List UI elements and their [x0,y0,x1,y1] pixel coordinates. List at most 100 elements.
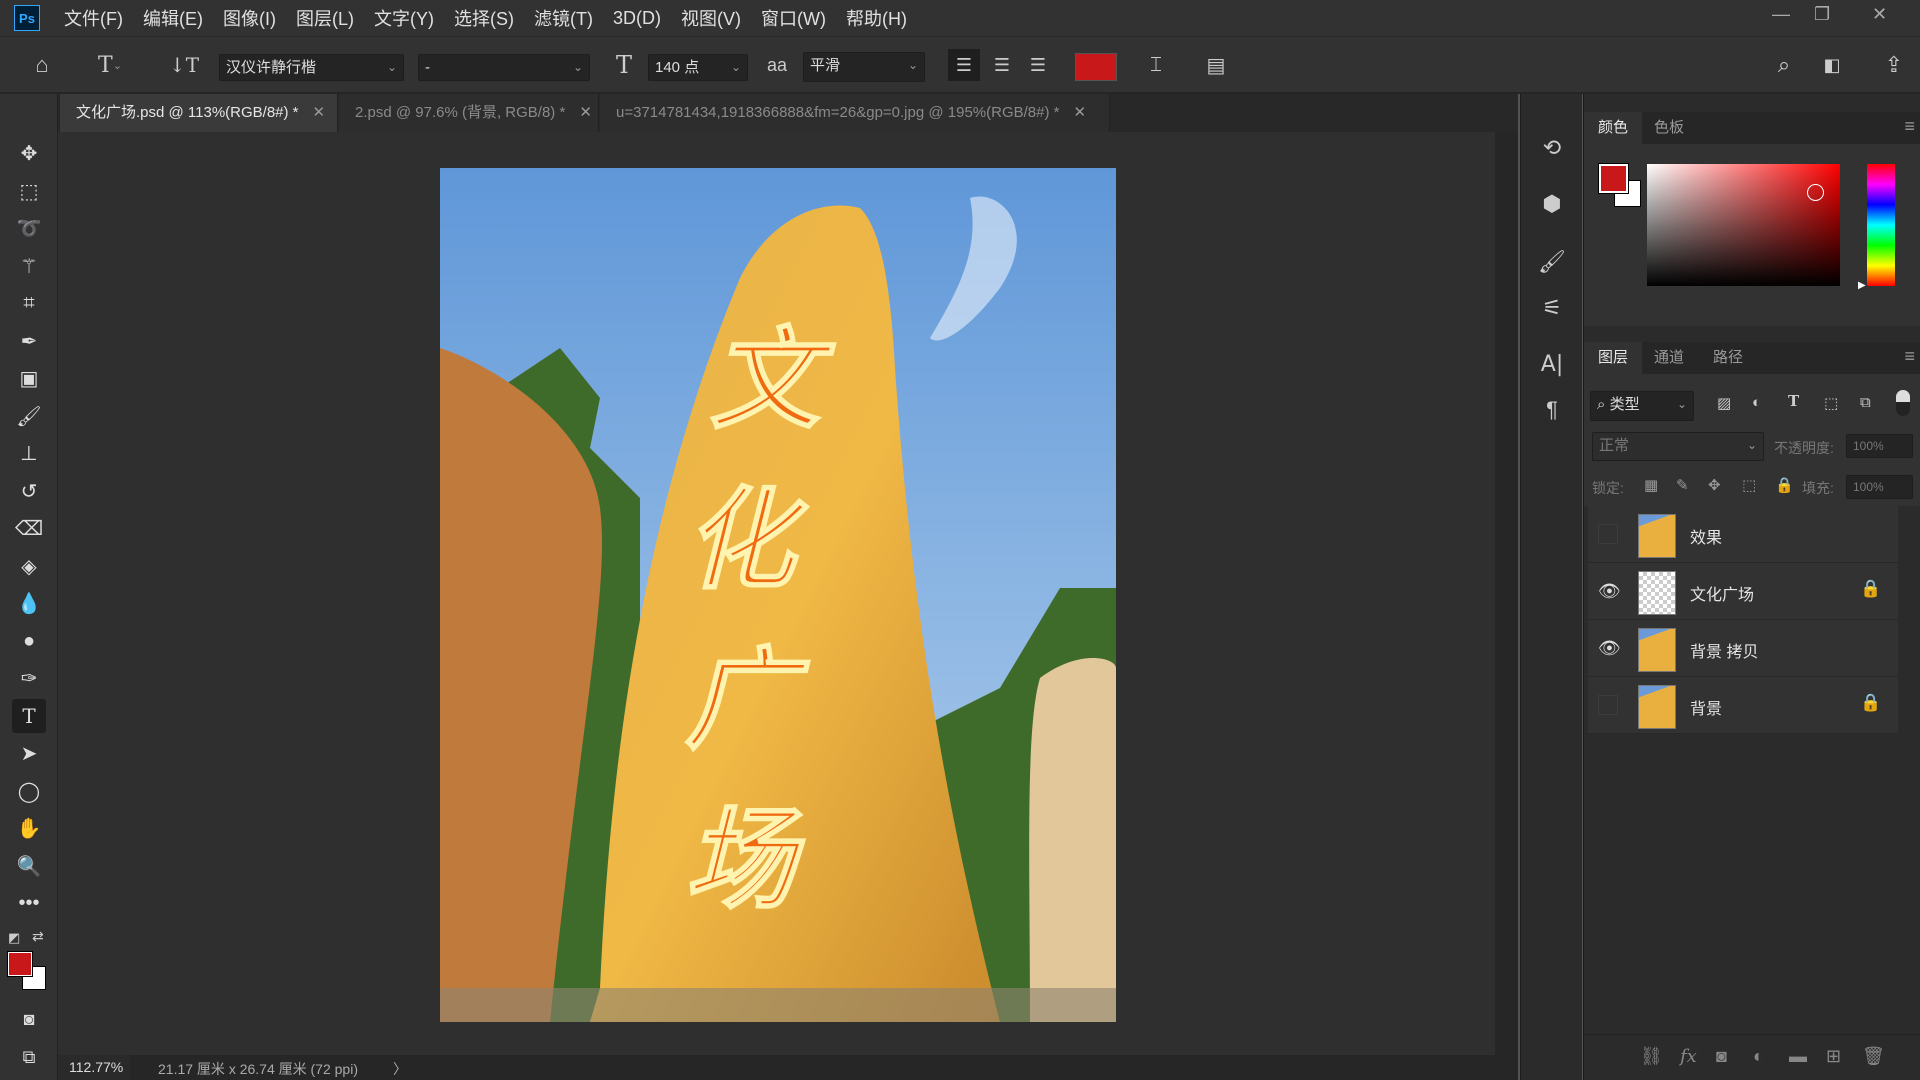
tab-document-2[interactable]: 2.psd @ 97.6% (背景, RGB/8) *✕ [339,94,599,132]
link-layers-icon[interactable]: ⛓ [1640,1046,1663,1067]
dodge-tool-icon[interactable]: ● [12,624,46,658]
close-tab-icon[interactable]: ✕ [579,104,592,121]
tab-paths[interactable]: 路径 [1699,342,1757,374]
fill-input[interactable]: 100% [1846,475,1913,499]
tab-document-1[interactable]: 文化广场.psd @ 113%(RGB/8#) *✕ [60,94,338,132]
antialias-select[interactable]: 平滑⌄ [803,52,925,82]
layer-name[interactable]: 背景 拷贝 [1690,638,1758,662]
path-selection-tool-icon[interactable]: ➤ [12,736,46,770]
eye-icon[interactable]: 👁 [1598,581,1618,601]
font-family-select[interactable]: 汉仪许静行楷⌄ [219,54,404,81]
text-color-swatch[interactable] [1075,53,1117,81]
layer-row[interactable]: 背景 🔒 [1588,677,1898,734]
pen-tool-icon[interactable]: ✑ [12,661,46,695]
warp-text-icon[interactable]: ⌶ [1140,49,1172,81]
healing-brush-tool-icon[interactable]: ▣ [12,361,46,395]
type-tool-icon[interactable]: T [12,699,46,733]
canvas-text-char[interactable]: 场 [685,795,805,924]
hue-slider[interactable] [1867,164,1895,286]
lock-artboard-icon[interactable]: ⬚ [1742,476,1756,494]
menu-3d[interactable]: 3D(D) [603,8,671,29]
marquee-tool-icon[interactable]: ⬚ [12,174,46,208]
font-style-select[interactable]: -⌄ [418,54,590,81]
menu-select[interactable]: 选择(S) [444,5,524,31]
color-picker-marker[interactable] [1807,184,1824,201]
vertical-scrollbar[interactable] [1495,132,1518,1055]
character-panel-icon[interactable]: A| [1533,346,1571,382]
character-panel-toggle-icon[interactable]: ▤ [1200,49,1232,81]
layer-name[interactable]: 效果 [1690,524,1722,548]
canvas-text-char[interactable]: 化 [685,475,809,604]
filter-adjustment-icon[interactable]: ◐ [1752,394,1761,411]
search-icon[interactable]: ⌕ [1768,49,1800,81]
foreground-color-swatch[interactable] [1599,164,1628,193]
tab-channels[interactable]: 通道 [1640,342,1698,374]
fx-icon[interactable]: fx [1680,1046,1697,1067]
menu-file[interactable]: 文件(F) [54,5,133,31]
layer-name[interactable]: 文化广场 [1690,581,1754,605]
lasso-tool-icon[interactable]: ➰ [12,211,46,245]
filter-shape-icon[interactable]: ⬚ [1824,394,1838,412]
menu-edit[interactable]: 编辑(E) [133,5,213,31]
canvas-text-char[interactable]: 文 [710,315,836,444]
panel-menu-icon[interactable]: ≡ [1904,346,1915,367]
menu-image[interactable]: 图像(I) [213,5,286,31]
screen-mode-icon[interactable]: ⧉ [12,1040,46,1074]
type-tool-preset-button[interactable]: T⌄ [90,49,130,81]
eye-icon[interactable]: 👁 [1598,638,1618,658]
blend-mode-select[interactable]: 正常⌄ [1592,432,1764,461]
paint-bucket-tool-icon[interactable]: ◈ [12,549,46,583]
share-icon[interactable]: ⇪ [1878,49,1910,81]
3d-panel-icon[interactable]: ⬢ [1533,186,1571,222]
close-tab-icon[interactable]: ✕ [1073,104,1086,121]
menu-window[interactable]: 窗口(W) [751,5,836,31]
crop-tool-icon[interactable]: ⌗ [12,286,46,320]
lock-position-icon[interactable]: ✥ [1708,476,1721,494]
blur-tool-icon[interactable]: 💧 [12,586,46,620]
history-brush-tool-icon[interactable]: ↺ [12,474,46,508]
tab-document-3[interactable]: u=3714781434,1918366888&fm=26&gp=0.jpg @… [600,94,1110,132]
filter-toggle[interactable] [1896,390,1910,416]
filter-pixel-icon[interactable]: ▨ [1717,394,1731,412]
layer-row[interactable]: 👁 背景 拷贝 [1588,620,1898,677]
opacity-input[interactable]: 100% [1846,434,1913,458]
workspace-icon[interactable]: ◧ [1812,49,1852,81]
delete-layer-icon[interactable]: 🗑 [1862,1046,1885,1067]
ellipse-tool-icon[interactable]: ◯ [12,774,46,808]
tab-color[interactable]: 颜色 [1584,112,1642,144]
font-size-input[interactable]: 140 点⌄ [648,54,748,81]
adjustment-layer-icon[interactable]: ◐ [1753,1046,1764,1067]
lock-transparency-icon[interactable]: ▦ [1644,476,1658,494]
brush-tool-icon[interactable]: 🖌 [12,399,46,433]
close-window-button[interactable]: ✕ [1872,4,1887,25]
visibility-toggle[interactable] [1598,524,1618,544]
layer-name[interactable]: 背景 [1690,695,1722,719]
filter-smart-object-icon[interactable]: ⧉ [1860,394,1871,411]
new-layer-icon[interactable]: ⊞ [1826,1046,1841,1067]
menu-filter[interactable]: 滤镜(T) [524,5,603,31]
visibility-toggle[interactable] [1598,695,1618,715]
canvas-text-char[interactable]: 广 [685,635,810,764]
brush-presets-icon[interactable]: ⚟ [1533,290,1571,326]
menu-type[interactable]: 文字(Y) [364,5,444,31]
brush-settings-icon[interactable]: 🖌 [1533,244,1571,280]
home-icon[interactable]: ⌂ [26,49,58,81]
eyedropper-tool-icon[interactable]: ✒ [12,324,46,358]
menu-view[interactable]: 视图(V) [671,5,751,31]
document-canvas-area[interactable]: 文 化 广 场 [58,132,1495,1055]
lock-all-icon[interactable]: 🔒 [1775,476,1794,494]
zoom-level[interactable]: 112.77% [58,1055,130,1080]
toggle-text-orientation-icon[interactable]: ↓T [168,49,200,81]
more-tools-icon[interactable]: ••• [12,886,46,920]
foreground-color-swatch[interactable] [8,952,32,976]
paragraph-panel-icon[interactable]: ¶ [1533,392,1571,428]
tab-layers[interactable]: 图层 [1584,342,1642,374]
menu-layer[interactable]: 图层(L) [286,5,364,31]
default-colors-icon[interactable]: ◩ [8,930,20,946]
move-tool-icon[interactable]: ✥ [12,136,46,170]
add-mask-icon[interactable]: ◙ [1716,1046,1727,1067]
stamp-tool-icon[interactable]: ⊥ [12,436,46,470]
quick-mask-icon[interactable]: ◙ [12,1002,46,1036]
hand-tool-icon[interactable]: ✋ [12,811,46,845]
hue-slider-handle[interactable]: ▶ [1858,280,1866,291]
